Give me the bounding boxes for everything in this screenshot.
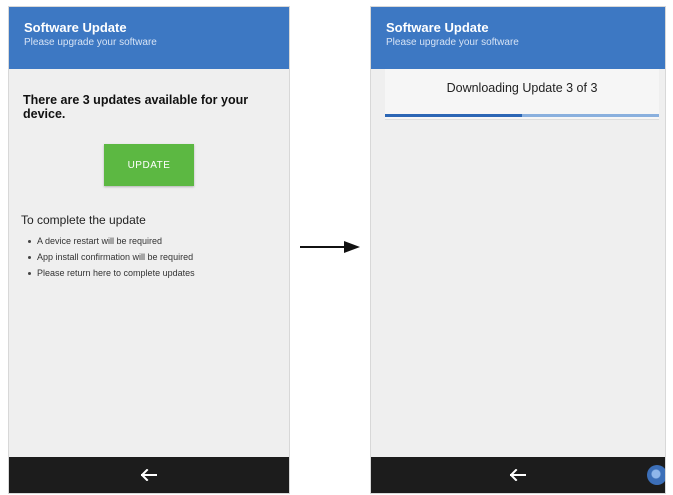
list-item: A device restart will be required [28,233,195,249]
download-progress-panel: Downloading Update 3 of 3 [385,69,659,120]
comparison-canvas: Software Update Please upgrade your soft… [0,0,673,495]
header-subtitle: Please upgrade your software [24,37,157,48]
complete-update-heading: To complete the update [21,213,146,227]
updates-available-text: There are 3 updates available for your d… [23,93,249,121]
app-header: Software Update Please upgrade your soft… [371,7,665,69]
back-arrow-icon[interactable] [140,468,158,482]
update-content: There are 3 updates available for your d… [9,69,289,457]
header-title: Software Update [24,20,127,35]
list-item: Please return here to complete updates [28,265,195,281]
arrow-right-icon [300,241,360,253]
app-header: Software Update Please upgrade your soft… [9,7,289,69]
update-button[interactable]: UPDATE [104,144,194,186]
phone-screen-downloading: Software Update Please upgrade your soft… [370,6,666,494]
progress-bar [385,114,659,117]
back-arrow-icon[interactable] [509,468,527,482]
header-title: Software Update [386,20,489,35]
phone-screen-available: Software Update Please upgrade your soft… [8,6,290,494]
system-nav-bar [371,457,665,493]
assistant-circle-icon[interactable] [647,465,665,485]
download-status-text: Downloading Update 3 of 3 [446,81,598,95]
download-content: Downloading Update 3 of 3 [371,69,665,457]
list-item: App install confirmation will be require… [28,249,195,265]
progress-bar-fill [385,114,522,117]
requirements-list: A device restart will be required App in… [9,233,195,281]
system-nav-bar [9,457,289,493]
header-subtitle: Please upgrade your software [386,37,519,48]
